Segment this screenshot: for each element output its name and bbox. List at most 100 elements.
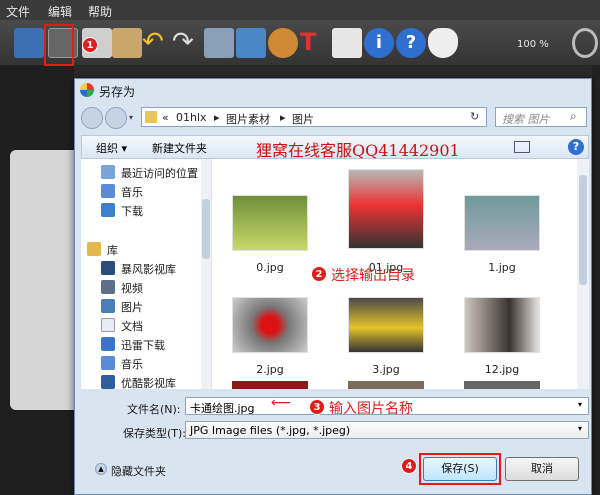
thunder-download-icon [101, 337, 115, 351]
help-icon[interactable]: ? [396, 28, 426, 58]
save-as-dialog: 另存为 ▾ « 01hlx ▸ 图片素材 ▸ 图片 ↻ 搜索 图片 ⌕ 组织 ▾… [74, 78, 592, 495]
magnifier-icon[interactable] [572, 28, 598, 58]
info-icon[interactable]: i [364, 28, 394, 58]
breadcrumb-pictures[interactable]: 图片 [292, 111, 314, 127]
menu-file[interactable]: 文件 [6, 3, 30, 20]
thumbnail-partial[interactable] [348, 381, 424, 389]
thumbnail-partial[interactable] [464, 381, 540, 389]
step-badge-4: 4 [401, 458, 417, 474]
nav-item-label: 音乐 [121, 358, 143, 371]
palette-icon[interactable] [268, 28, 298, 58]
filetype-value: JPG Image files (*.jpg, *.jpeg) [190, 424, 351, 437]
youku-library-icon [101, 375, 115, 389]
thumbnail-1[interactable] [464, 195, 540, 251]
overlay-watermark-text: 狸窝在线客服QQ41442901 [256, 141, 460, 160]
filetype-select[interactable]: JPG Image files (*.jpg, *.jpeg) ▾ [185, 421, 589, 439]
print-icon[interactable] [332, 28, 362, 58]
text-tool-icon[interactable]: T [300, 28, 330, 58]
landscape-icon[interactable] [236, 28, 266, 58]
arrow-icon: ⟵ [271, 395, 292, 411]
forward-button[interactable] [105, 107, 127, 129]
nav-item-label: 优酷影视库 [121, 377, 176, 390]
image-adjust-icon[interactable] [204, 28, 234, 58]
nav-scrollbar-thumb[interactable] [202, 199, 210, 259]
nav-item-library[interactable]: 库 [87, 240, 207, 258]
nav-item-label: 音乐 [121, 186, 143, 199]
video-library-icon [101, 261, 115, 275]
cancel-button[interactable]: 取消 [505, 457, 579, 481]
menu-help[interactable]: 帮助 [88, 3, 112, 20]
hide-folders-button[interactable]: 隐藏文件夹 [111, 463, 166, 479]
chevron-down-icon[interactable]: ▾ [578, 400, 582, 409]
nav-item-label: 文档 [121, 320, 143, 333]
file-scrollbar-thumb[interactable] [579, 175, 587, 285]
paste-icon[interactable] [112, 28, 142, 58]
step-2-annotation: 选择输出目录 [331, 268, 415, 284]
new-folder-button[interactable]: 新建文件夹 [152, 140, 207, 156]
dialog-title: 另存为 [99, 85, 136, 99]
file-name[interactable]: 2.jpg [230, 363, 310, 376]
command-bar: 组织 ▾ 新建文件夹 狸窝在线客服QQ41442901 ? [81, 135, 589, 160]
pictures-icon [101, 299, 115, 313]
search-icon[interactable]: ⌕ [570, 109, 577, 124]
search-input[interactable]: 搜索 图片 ⌕ [495, 107, 587, 127]
breadcrumb-separator: ▸ [280, 111, 286, 124]
nav-item-label: 视频 [121, 282, 143, 295]
chevron-up-icon[interactable]: ▲ [95, 463, 107, 475]
search-placeholder: 搜索 图片 [502, 113, 550, 126]
video-icon [101, 280, 115, 294]
step-3-annotation: 输入图片名称 [329, 401, 413, 417]
navigation-pane: 最近访问的位置 音乐 下载 库 暴风影视库 视频 图片 文档 迅雷下载 音乐 优… [81, 159, 211, 390]
recent-dropdown-icon[interactable]: ▾ [129, 113, 137, 122]
refresh-icon[interactable]: ↻ [470, 110, 484, 124]
dialog-help-icon[interactable]: ? [568, 139, 584, 155]
chevron-down-icon[interactable]: ▾ [578, 424, 582, 433]
nav-item-label: 库 [107, 244, 118, 257]
save-button[interactable]: 保存(S) [423, 457, 497, 481]
nav-item-label: 迅雷下载 [121, 339, 165, 352]
music-icon [101, 356, 115, 370]
breadcrumb-overflow[interactable]: « [162, 111, 169, 124]
nav-item-label: 暴风影视库 [121, 263, 176, 276]
folder-icon [145, 111, 157, 123]
music-icon [101, 184, 115, 198]
file-name[interactable]: 0.jpg [230, 261, 310, 274]
undo-icon[interactable]: ↶ [142, 28, 172, 58]
nav-item-label: 最近访问的位置 [121, 167, 198, 180]
open-image-icon[interactable] [14, 28, 44, 58]
download-folder-icon [101, 203, 115, 217]
organize-button[interactable]: 组织 ▾ [96, 140, 127, 156]
documents-icon [101, 318, 115, 332]
app-icon [80, 83, 94, 97]
breadcrumb-material[interactable]: 图片素材 [226, 111, 270, 127]
thumbnail-2[interactable] [232, 297, 308, 353]
back-button[interactable] [81, 107, 103, 129]
zoom-level: 100 % [517, 39, 549, 50]
step-badge-2: 2 [311, 266, 327, 282]
file-name[interactable]: 3.jpg [346, 363, 426, 376]
redo-icon[interactable]: ↷ [172, 28, 202, 58]
save-highlight [44, 24, 74, 66]
nav-scrollbar[interactable] [201, 159, 211, 389]
filetype-label: 保存类型(T): [123, 427, 187, 440]
file-name[interactable]: 1.jpg [462, 261, 542, 274]
menu-bar: 文件 编辑 帮助 [0, 0, 600, 20]
thumbnail-12[interactable] [464, 297, 540, 353]
file-name[interactable]: 12.jpg [462, 363, 542, 376]
thumbnail-3[interactable] [348, 297, 424, 353]
filename-label: 文件名(N): [127, 403, 181, 416]
coffee-icon[interactable] [428, 28, 458, 58]
thumbnail-01[interactable] [348, 169, 424, 249]
breadcrumb-01hlx[interactable]: 01hlx [176, 111, 207, 124]
filename-value: 卡通绘图.jpg [190, 402, 255, 415]
right-panel [592, 66, 600, 495]
thumbnail-partial[interactable] [232, 381, 308, 389]
dialog-titlebar: 另存为 [75, 79, 591, 103]
view-options-icon[interactable] [514, 141, 530, 153]
address-bar[interactable]: « 01hlx ▸ 图片素材 ▸ 图片 ↻ [141, 107, 487, 127]
nav-item-label: 下载 [121, 205, 143, 218]
menu-edit[interactable]: 编辑 [48, 3, 72, 20]
thumbnail-0[interactable] [232, 195, 308, 251]
file-scrollbar[interactable] [577, 159, 589, 389]
save-form: 文件名(N): 卡通绘图.jpg ▾ ⟵ 3 输入图片名称 保存类型(T): J… [81, 391, 589, 491]
